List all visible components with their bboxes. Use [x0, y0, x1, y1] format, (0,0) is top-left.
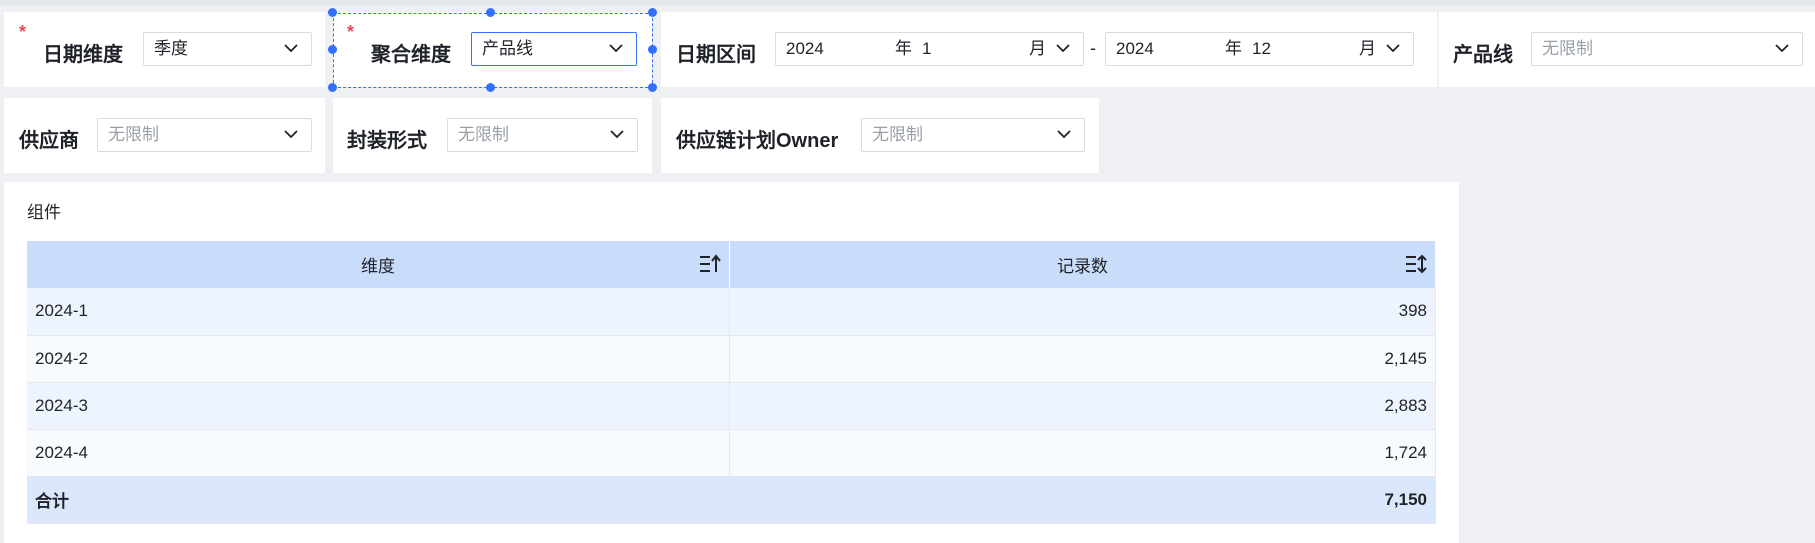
resize-handle-tm[interactable] — [486, 8, 495, 17]
supplier-label: 供应商 — [19, 130, 79, 152]
table-row: 2024-4 1,724 — [27, 429, 1436, 477]
resize-handle-ml[interactable] — [328, 45, 337, 54]
total-count: 7,150 — [729, 476, 1436, 524]
package-placeholder: 无限制 — [458, 125, 509, 144]
column-header-dimension[interactable]: 维度 — [27, 241, 730, 288]
resize-handle-tr[interactable] — [648, 8, 657, 17]
table-total-row: 合计 7,150 — [27, 476, 1436, 524]
date-range-separator: - — [1090, 38, 1096, 58]
chevron-down-icon — [1055, 33, 1073, 65]
end-year-unit: 年 — [1225, 39, 1242, 58]
column-header-label: 记录数 — [1057, 257, 1108, 276]
supplier-select[interactable]: 无限制 — [97, 118, 312, 152]
date-dim-value: 季度 — [154, 39, 188, 58]
start-year: 2024 — [786, 39, 824, 58]
table-header-row: 维度 记录数 — [27, 241, 1436, 288]
filter-card-supplier: 供应商 无限制 — [4, 98, 325, 173]
cell-dimension: 2024-1 — [27, 288, 730, 336]
filter-card-package: 封装形式 无限制 — [333, 98, 652, 173]
column-header-label: 维度 — [361, 257, 395, 276]
filter-card-owner: 供应链计划Owner 无限制 — [661, 98, 1099, 173]
owner-select[interactable]: 无限制 — [861, 118, 1085, 152]
owner-placeholder: 无限制 — [872, 125, 923, 144]
top-strip — [0, 0, 1815, 5]
chevron-down-icon — [1774, 33, 1792, 65]
end-year: 2024 — [1116, 39, 1154, 58]
start-month: 1 — [922, 39, 932, 58]
product-line-placeholder: 无限制 — [1542, 39, 1593, 58]
chevron-down-icon — [283, 33, 301, 65]
package-label: 封装形式 — [347, 130, 427, 152]
cell-count: 2,883 — [729, 382, 1436, 430]
chevron-down-icon — [1056, 119, 1074, 151]
chevron-down-icon — [283, 119, 301, 151]
chevron-down-icon — [609, 119, 627, 151]
cell-count: 2,145 — [729, 335, 1436, 383]
cell-dimension: 2024-3 — [27, 382, 730, 430]
total-label: 合计 — [27, 476, 730, 524]
data-table: 维度 记录数 2024-1 398 2024-2 2,145 2024-3 2,… — [27, 241, 1436, 524]
table-row: 2024-1 398 — [27, 288, 1436, 336]
component-title: 组件 — [27, 203, 61, 222]
chevron-down-icon — [1385, 33, 1403, 65]
date-dim-label: 日期维度 — [43, 44, 123, 66]
filter-card-product-line: 产品线 无限制 — [1439, 12, 1815, 87]
selection-frame — [333, 13, 653, 88]
table-row: 2024-2 2,145 — [27, 335, 1436, 383]
column-header-count[interactable]: 记录数 — [729, 241, 1436, 288]
resize-handle-br[interactable] — [648, 83, 657, 92]
cell-count: 398 — [729, 288, 1436, 336]
cell-count: 1,724 — [729, 429, 1436, 477]
sort-ascending-icon[interactable] — [699, 254, 721, 274]
required-marker: * — [19, 22, 27, 42]
date-range-start[interactable]: 2024 年 1 月 — [775, 32, 1084, 66]
cell-dimension: 2024-4 — [27, 429, 730, 477]
owner-label: 供应链计划Owner — [676, 130, 839, 152]
resize-handle-bl[interactable] — [328, 83, 337, 92]
resize-handle-mr[interactable] — [648, 45, 657, 54]
cell-dimension: 2024-2 — [27, 335, 730, 383]
sort-icon[interactable] — [1405, 254, 1427, 274]
resize-handle-tl[interactable] — [328, 8, 337, 17]
end-month: 12 — [1252, 39, 1271, 58]
product-line-select[interactable]: 无限制 — [1531, 32, 1803, 66]
date-range-end[interactable]: 2024 年 12 月 — [1105, 32, 1414, 66]
filter-card-date-range: 日期区间 2024 年 1 月 - 2024 年 12 月 — [661, 12, 1437, 87]
table-row: 2024-3 2,883 — [27, 382, 1436, 430]
date-range-label: 日期区间 — [676, 44, 756, 66]
supplier-placeholder: 无限制 — [108, 125, 159, 144]
filter-card-date-dim: * 日期维度 季度 — [4, 12, 325, 87]
start-month-unit: 月 — [1029, 39, 1046, 58]
resize-handle-bm[interactable] — [486, 83, 495, 92]
product-line-label: 产品线 — [1453, 44, 1513, 66]
date-dim-select[interactable]: 季度 — [143, 32, 312, 66]
end-month-unit: 月 — [1359, 39, 1376, 58]
start-year-unit: 年 — [895, 39, 912, 58]
package-select[interactable]: 无限制 — [447, 118, 638, 152]
